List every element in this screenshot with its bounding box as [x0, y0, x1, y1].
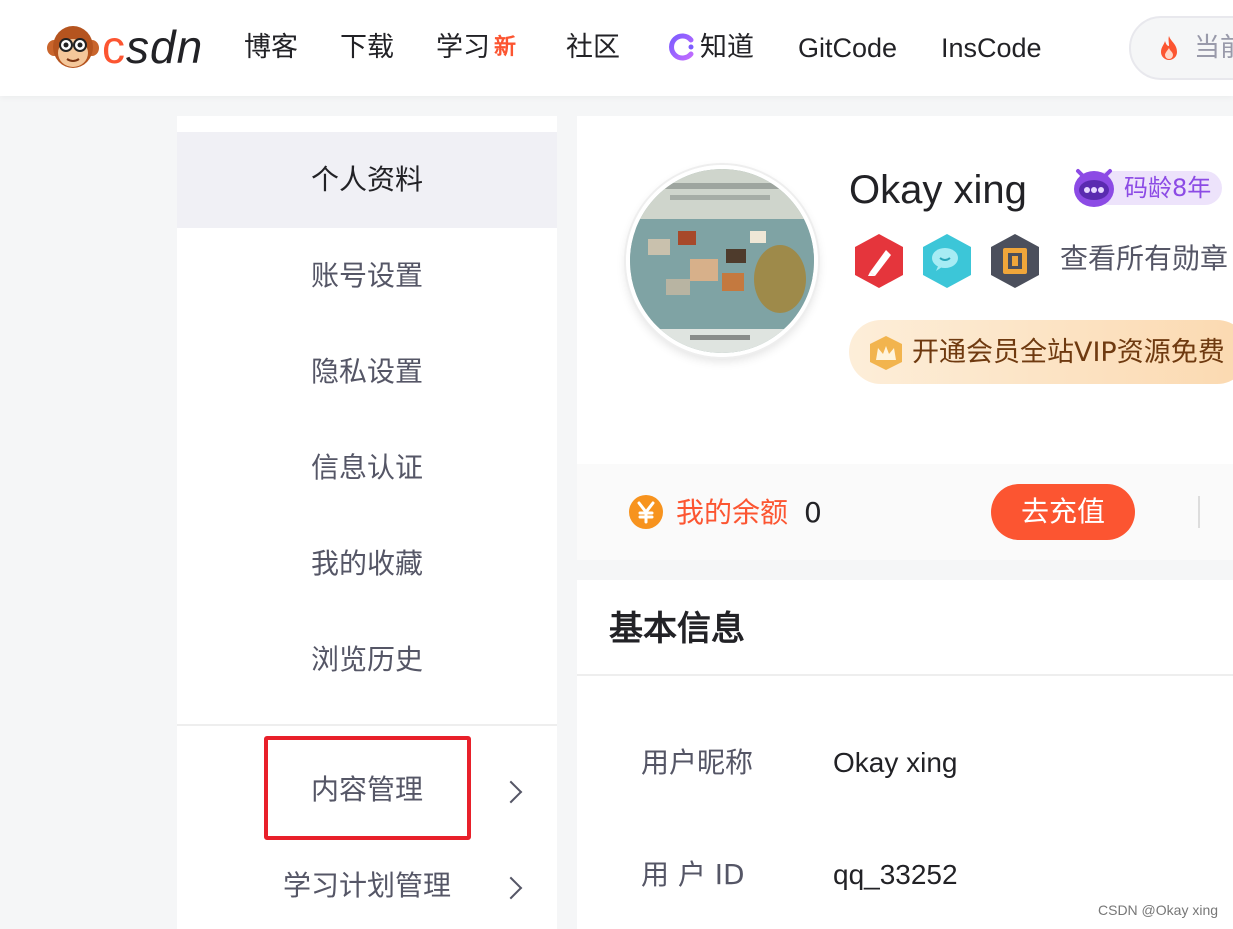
watermark: CSDN @Okay xing	[1098, 902, 1219, 918]
yen-coin-icon	[629, 495, 663, 529]
pen-medal-icon[interactable]	[852, 232, 906, 290]
nav-blog[interactable]: 博客	[244, 28, 298, 68]
sidebar-item-verification[interactable]: 信息认证	[177, 420, 557, 516]
sidebar-item-account-settings[interactable]: 账号设置	[177, 228, 557, 324]
sidebar-divider	[177, 724, 557, 726]
crown-icon	[870, 336, 902, 370]
csdn-logo[interactable]: ccsdnsdn	[46, 21, 210, 73]
search-placeholder: 当前	[1194, 33, 1233, 63]
balance-separator	[1198, 496, 1200, 528]
sidebar-item-favorites[interactable]: 我的收藏	[177, 516, 557, 612]
nav-community[interactable]: 社区	[566, 28, 620, 68]
fire-icon	[1161, 36, 1177, 60]
user-id-value: qq_33252	[833, 859, 958, 890]
view-all-medals-link[interactable]: 查看所有勋章	[1060, 238, 1228, 280]
nav-gitcode[interactable]: GitCode	[798, 28, 897, 68]
monkey-mascot-icon	[47, 26, 99, 68]
nav-zhidao[interactable]: 知道	[700, 28, 754, 68]
zhidao-logo-icon	[669, 33, 694, 61]
robot-badge-icon	[1074, 169, 1114, 207]
avatar[interactable]	[626, 165, 818, 357]
logo-wordmark: ccsdnsdn	[102, 21, 204, 73]
basic-info-divider	[577, 674, 1233, 676]
code-age-text: 码龄8年	[1124, 174, 1212, 202]
nickname-value: Okay xing	[833, 747, 958, 778]
code-age-badge[interactable]: 码龄8年	[1072, 165, 1222, 211]
sidebar-item-privacy-settings[interactable]: 隐私设置	[177, 324, 557, 420]
sidebar-item-study-plan[interactable]: 学习计划管理	[177, 838, 557, 929]
sidebar-item-history[interactable]: 浏览历史	[177, 612, 557, 708]
balance-label[interactable]: 我的余额	[676, 492, 788, 534]
balance-value: 0	[804, 496, 822, 529]
new-badge: 新	[494, 35, 517, 60]
persistence-medal-icon[interactable]	[988, 232, 1042, 290]
nav-download[interactable]: 下载	[340, 28, 394, 68]
nickname-label: 用户昵称	[641, 746, 754, 779]
basic-info-title: 基本信息	[609, 609, 745, 649]
nav-learn[interactable]: 学习	[436, 28, 490, 68]
sidebar-item-profile[interactable]: 个人资料	[177, 132, 557, 228]
user-id-label: 用 户 ID	[641, 858, 745, 891]
nav-inscode[interactable]: InsCode	[941, 28, 1042, 68]
highlight-annotation-box	[264, 736, 471, 840]
chat-medal-icon[interactable]	[920, 232, 974, 290]
profile-username: Okay xing	[849, 168, 1027, 212]
avatar-photo	[630, 169, 814, 353]
vip-banner-text: 开通会员全站VIP资源免费	[912, 337, 1225, 368]
recharge-button[interactable]: 去充值	[991, 484, 1135, 540]
